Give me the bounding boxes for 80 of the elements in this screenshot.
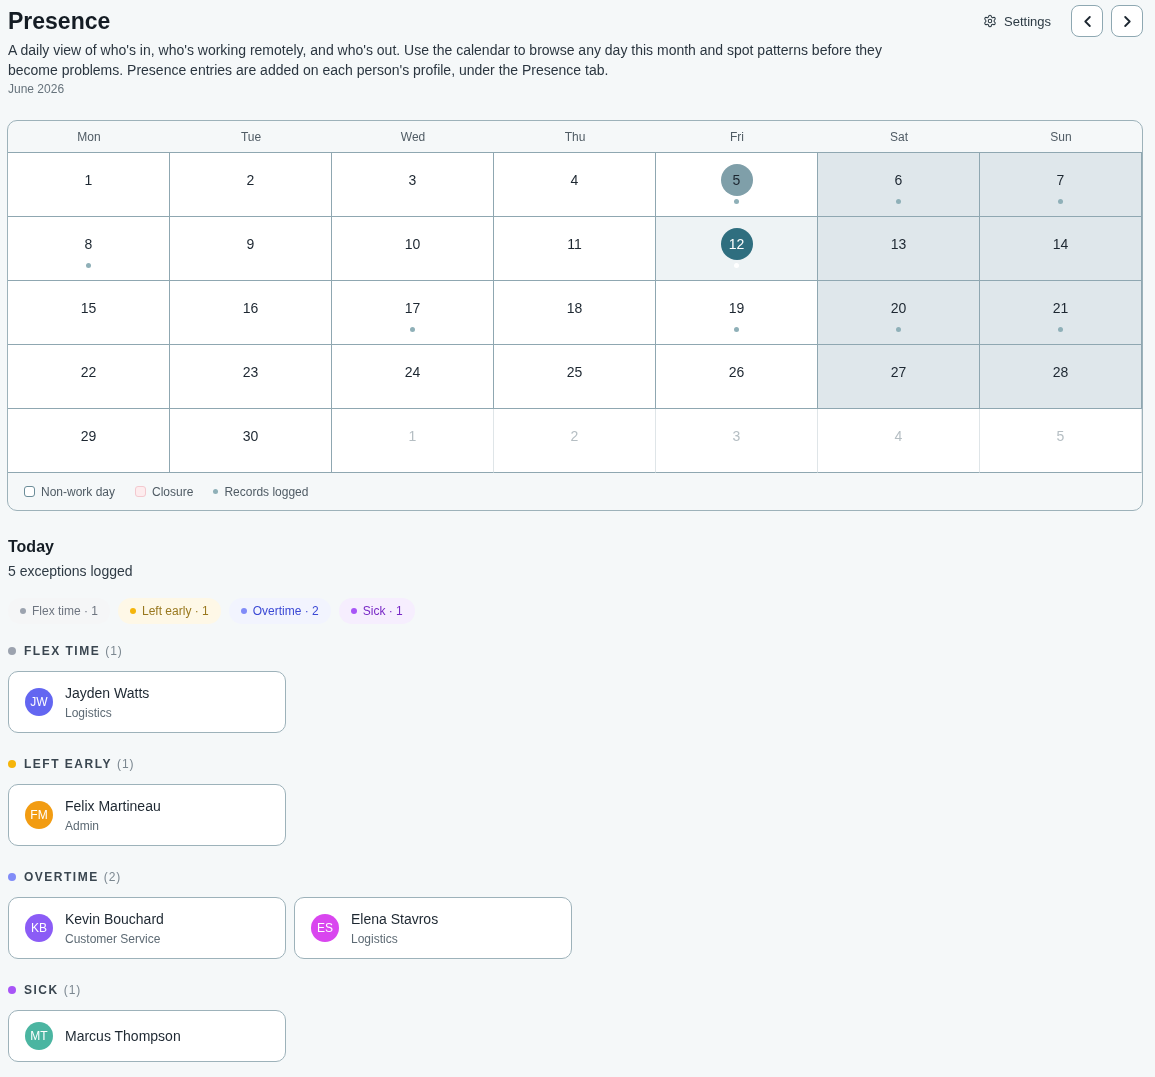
day-number[interactable]: 26: [720, 356, 753, 388]
person-name: Felix Martineau: [65, 797, 161, 816]
day-number[interactable]: 14: [1044, 228, 1077, 260]
day-number[interactable]: 19: [720, 292, 753, 324]
person-department: Logistics: [351, 931, 399, 947]
initials-avatar: KB: [25, 914, 53, 942]
initials-avatar: JW: [25, 688, 53, 716]
day-number[interactable]: 9: [234, 228, 267, 260]
record-dot-icon: [213, 489, 219, 494]
group-count: (1): [116, 756, 135, 772]
weekday-label: Mon: [77, 128, 101, 145]
day-number[interactable]: 25: [558, 356, 591, 388]
day-number[interactable]: 6: [882, 164, 915, 196]
group-title: OVERTIME: [24, 869, 99, 885]
day-number[interactable]: 2: [234, 164, 267, 196]
weekday-label: Thu: [564, 128, 586, 145]
day-number[interactable]: 11: [558, 228, 591, 260]
initials-avatar: MT: [25, 1022, 53, 1050]
weekday-label: Wed: [400, 128, 426, 145]
section-title: Today: [8, 537, 55, 557]
person-name: Marcus Thompson: [65, 1027, 181, 1046]
day-number[interactable]: 15: [72, 292, 105, 324]
legend-label: Records logged: [224, 483, 309, 500]
day-number[interactable]: 18: [558, 292, 591, 324]
day-number[interactable]: 1: [72, 164, 105, 196]
day-number[interactable]: 17: [396, 292, 429, 324]
next-button[interactable]: [1111, 5, 1143, 37]
previous-button[interactable]: [1071, 5, 1103, 37]
chip-label: Flex time · 1: [32, 603, 98, 619]
legend-label: Non-work day: [41, 483, 116, 500]
day-number[interactable]: 23: [234, 356, 267, 388]
weekday-label: Fri: [730, 128, 744, 145]
person-name: Jayden Watts: [65, 684, 150, 703]
group-count: (2): [103, 869, 122, 885]
initials-avatar: ES: [311, 914, 339, 942]
day-number[interactable]: 29: [72, 420, 105, 452]
day-number[interactable]: 20: [882, 292, 915, 324]
day-number[interactable]: 8: [72, 228, 105, 260]
settings-icon: [983, 14, 997, 28]
group-count: (1): [63, 982, 82, 998]
day-number[interactable]: 22: [72, 356, 105, 388]
weekday-label: Tue: [240, 128, 262, 145]
day-number[interactable]: 5: [720, 164, 753, 196]
person-department: Customer Service: [65, 931, 162, 947]
group-title: SICK: [24, 982, 59, 998]
day-number[interactable]: 21: [1044, 292, 1077, 324]
weekday-label: Sun: [1050, 128, 1072, 145]
month-label: June 2026: [8, 81, 66, 97]
day-number[interactable]: 30: [234, 420, 267, 452]
day-number[interactable]: 13: [882, 228, 915, 260]
closure-swatch-icon: [135, 486, 147, 497]
day-number[interactable]: 16: [234, 292, 267, 324]
initials-avatar: FM: [25, 801, 53, 829]
chip-label: Sick · 1: [362, 603, 403, 619]
day-number[interactable]: 10: [396, 228, 429, 260]
person-name: Elena Stavros: [351, 910, 439, 929]
person-name: Kevin Bouchard: [65, 910, 164, 929]
exceptions-summary: 5 exceptions logged: [8, 562, 134, 581]
day-number[interactable]: 4: [558, 164, 591, 196]
chevron-left-icon: [1083, 15, 1091, 27]
day-number[interactable]: 27: [882, 356, 915, 388]
legend-label: Closure: [152, 483, 194, 500]
day-number[interactable]: 12: [720, 228, 753, 260]
person-department: Logistics: [65, 705, 113, 721]
page-title: Presence: [8, 7, 111, 36]
chip-label: Left early · 1: [142, 603, 209, 619]
chevron-right-icon: [1123, 15, 1131, 27]
day-number[interactable]: 3: [396, 164, 429, 196]
group-count: (1): [105, 643, 123, 659]
group-title: LEFT EARLY: [24, 756, 112, 772]
settings-button[interactable]: Settings: [975, 5, 1059, 37]
page-description: A daily view of who's in, who's working remotely, and who's out. Use the calendar to browse any day this month and spot patterns before they become problems. Presence entries are added on each person's profile, under the Presence tab.: [8, 41, 883, 80]
chip-label: Overtime · 2: [252, 603, 319, 619]
weekday-label: Sat: [890, 128, 908, 145]
non-work-swatch-icon: [24, 486, 35, 497]
day-number[interactable]: 24: [396, 356, 429, 388]
day-number[interactable]: 7: [1044, 164, 1077, 196]
group-title: FLEX TIME: [24, 643, 101, 659]
day-number[interactable]: 28: [1044, 356, 1077, 388]
person-department: Admin: [65, 818, 100, 834]
